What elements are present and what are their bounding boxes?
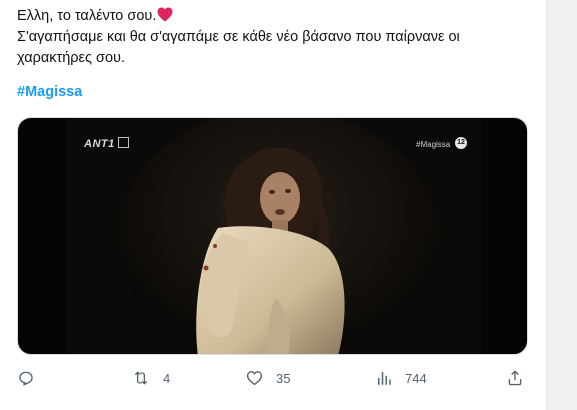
tweet-text-line-2: Σ'αγαπήσαμε και θα σ'αγαπάμε σε κάθε νέο… [17, 29, 460, 45]
tweet-actions-bar: 4 35 744 [0, 366, 546, 390]
views-bar-chart-icon [378, 372, 391, 385]
retweet-icon [134, 371, 148, 385]
share-icon [508, 370, 522, 386]
tweet-text-line-1-content: Ελλη, το ταλέντο σου. [17, 8, 157, 24]
age-rating-badge: 12 [455, 137, 467, 149]
retweet-button[interactable]: 4 [131, 366, 170, 390]
retweet-count: 4 [163, 370, 171, 386]
channel-logo: ANT1 [84, 137, 129, 150]
tweet-card: Ελλη, το ταλέντο σου. Σ'αγαπήσαμε και θα… [0, 0, 547, 410]
video-overlay-hashtag: #Magissa [416, 140, 451, 149]
tweet-text-line-1: Ελλη, το ταλέντο σου. [17, 6, 537, 27]
reply-button[interactable] [17, 366, 47, 390]
reply-icon [19, 371, 33, 386]
share-button[interactable] [506, 366, 524, 390]
tweet-text: Ελλη, το ταλέντο σου. Σ'αγαπήσαμε και θα… [17, 6, 537, 69]
views-count: 744 [405, 370, 427, 386]
video-frame-image [66, 118, 481, 354]
views-button[interactable]: 744 [375, 366, 427, 390]
hashtag-link[interactable]: #Magissa [17, 84, 82, 100]
channel-logo-box-icon [117, 137, 129, 148]
like-button[interactable]: 35 [245, 366, 290, 390]
video-media[interactable]: ANT1 #Magissa 12 [17, 117, 528, 355]
like-count: 35 [276, 370, 291, 386]
like-heart-icon [246, 371, 263, 386]
red-heart-icon [157, 7, 173, 22]
tweet-text-line-3: χαρακτήρες σου. [17, 50, 125, 66]
channel-logo-text: ANT1 [84, 138, 115, 150]
